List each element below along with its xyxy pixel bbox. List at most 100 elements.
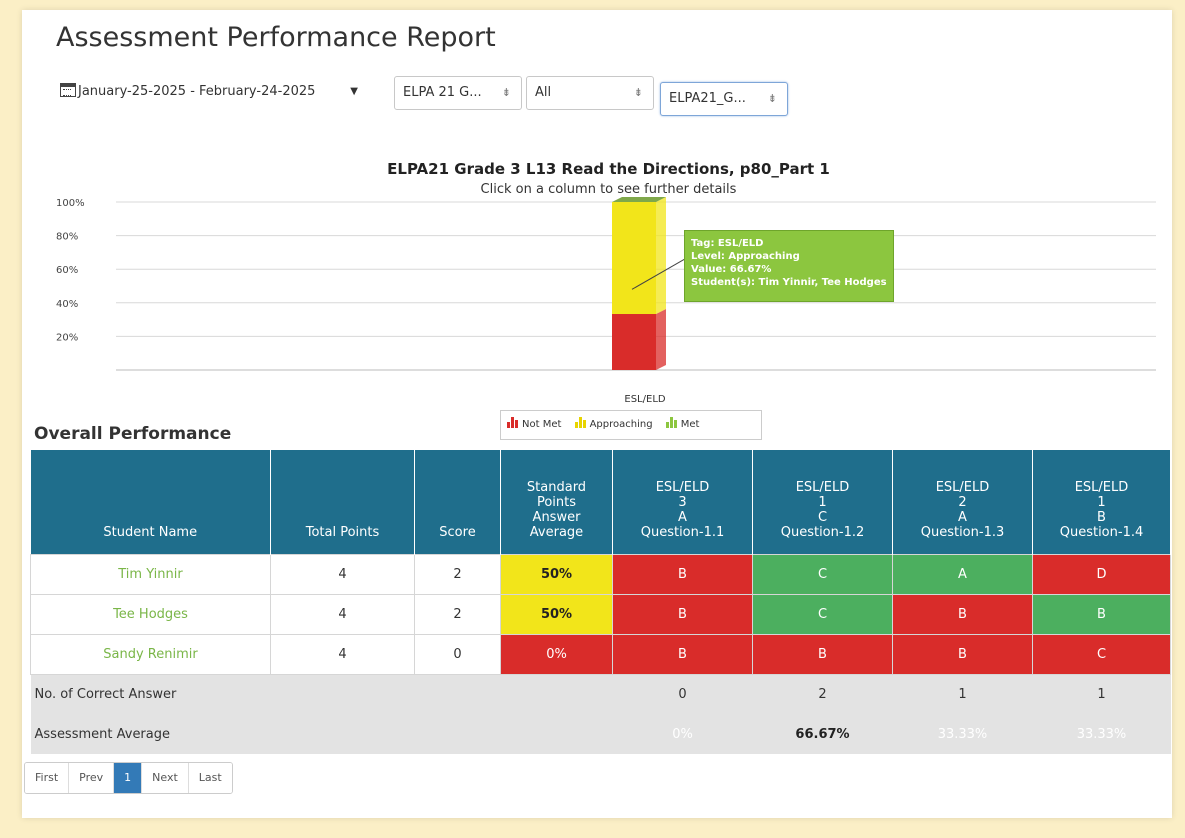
header-question-1-1[interactable]: ESL/ELD 3 A Question-1.1 xyxy=(612,450,753,554)
section-title: Overall Performance xyxy=(34,424,232,444)
bar-segment-side xyxy=(656,197,666,315)
page-title: Assessment Performance Report xyxy=(56,22,496,53)
table-row: Tee Hodges 4 2 50% B C B B xyxy=(30,593,1171,635)
grade-select[interactable]: ELPA 21 G... ⇟ xyxy=(394,76,522,110)
grade-select-value: ELPA 21 G... xyxy=(403,85,482,100)
answer-cell: B xyxy=(612,593,753,635)
header-line: Answer xyxy=(532,509,581,525)
assessment-average-cell: 33.33% xyxy=(892,714,1033,754)
legend-not-met[interactable]: Not Met xyxy=(507,411,561,439)
header-line: Question-1.4 xyxy=(1059,524,1144,540)
sort-arrows-icon: ⇟ xyxy=(501,86,511,99)
header-question-1-3[interactable]: ESL/ELD 2 A Question-1.3 xyxy=(892,450,1033,554)
header-line: C xyxy=(817,509,828,525)
header-question-1-4[interactable]: ESL/ELD 1 B Question-1.4 xyxy=(1032,450,1171,554)
student-name-link[interactable]: Sandy Renimir xyxy=(30,633,271,675)
legend-label: Not Met xyxy=(522,419,562,430)
sort-arrows-icon: ⇟ xyxy=(767,92,777,105)
answer-cell: B xyxy=(752,633,893,675)
correct-count-cell: 0 xyxy=(612,674,753,714)
legend-label: Approaching xyxy=(589,419,653,430)
date-range-label: January-25-2025 - February-24-2025 xyxy=(78,84,316,99)
assessment-average-label: Assessment Average xyxy=(30,714,613,754)
chart-plot: 100% 80% 60% 40% 20% xyxy=(56,197,1156,371)
tag-select[interactable]: ELPA21_G... ⇟ xyxy=(660,82,788,116)
sort-arrows-icon: ⇟ xyxy=(633,86,643,99)
assessment-average-cell: 66.67% xyxy=(752,714,893,754)
pager-page-button[interactable]: 1 xyxy=(114,763,143,793)
x-tick-label: ESL/ELD xyxy=(624,394,666,405)
tooltip-students: Student(s): Tim Yinnir, Tee Hodges xyxy=(691,277,887,288)
bar-chart-icon xyxy=(507,417,518,428)
header-line: Question-1.2 xyxy=(780,524,865,540)
answer-cell: A xyxy=(892,553,1033,595)
total-points-cell: 4 xyxy=(270,553,415,595)
standard-average-cell: 50% xyxy=(500,593,613,635)
assessment-average-cell: 0% xyxy=(612,714,753,754)
header-line: Points xyxy=(536,494,577,510)
report-page: Assessment Performance Report January-25… xyxy=(22,10,1172,818)
pagination: First Prev 1 Next Last xyxy=(24,762,233,794)
header-line: B xyxy=(1097,509,1106,525)
answer-cell: B xyxy=(612,633,753,675)
tooltip-level: Level: Approaching xyxy=(691,251,800,262)
header-total-points[interactable]: Total Points xyxy=(270,450,415,554)
student-name-link[interactable]: Tim Yinnir xyxy=(30,553,271,595)
answer-cell: B xyxy=(892,633,1033,675)
header-student-name[interactable]: Student Name xyxy=(30,450,271,554)
pager-first-button[interactable]: First xyxy=(25,763,70,793)
assessment-average-cell: 33.33% xyxy=(1032,714,1171,754)
total-points-cell: 4 xyxy=(270,593,415,635)
group-select[interactable]: All ⇟ xyxy=(526,76,654,110)
correct-count-row: No. of Correct Answer 0 2 1 1 xyxy=(30,674,1171,714)
legend-met[interactable]: Met xyxy=(665,411,700,439)
header-line: Standard xyxy=(526,479,587,495)
header-line: ESL/ELD xyxy=(795,479,850,495)
header-line: A xyxy=(678,509,687,525)
date-range-picker[interactable]: January-25-2025 - February-24-2025 ▼ xyxy=(60,76,370,110)
pager-next-button[interactable]: Next xyxy=(142,763,189,793)
correct-count-cell: 2 xyxy=(752,674,893,714)
tooltip-tag: Tag: ESL/ELD xyxy=(691,238,764,249)
score-cell: 2 xyxy=(414,593,501,635)
header-line: ESL/ELD xyxy=(1074,479,1129,495)
standard-average-cell: 50% xyxy=(500,553,613,595)
group-select-value: All xyxy=(535,85,552,100)
bar-chart-icon xyxy=(574,417,586,428)
header-standard-average[interactable]: Standard Points Answer Average xyxy=(500,450,613,554)
tag-select-value: ELPA21_G... xyxy=(669,91,746,106)
score-cell: 0 xyxy=(414,633,501,675)
header-line: A xyxy=(958,509,967,525)
bar-chart-icon xyxy=(665,417,677,428)
assessment-average-row: Assessment Average 0% 66.67% 33.33% 33.3… xyxy=(30,714,1171,754)
answer-cell: B xyxy=(612,553,753,595)
legend-approaching[interactable]: Approaching xyxy=(574,411,653,439)
answer-cell: C xyxy=(1032,633,1171,675)
answer-cell: B xyxy=(892,593,1033,635)
legend-label: Met xyxy=(680,419,700,430)
y-tick-label: 80% xyxy=(56,232,78,243)
pager-prev-button[interactable]: Prev xyxy=(69,763,115,793)
header-line: ESL/ELD xyxy=(935,479,990,495)
header-question-1-2[interactable]: ESL/ELD 1 C Question-1.2 xyxy=(752,450,893,554)
correct-count-cell: 1 xyxy=(892,674,1033,714)
bar-segment xyxy=(612,202,656,315)
correct-count-label: No. of Correct Answer xyxy=(30,674,613,714)
student-name-link[interactable]: Tee Hodges xyxy=(30,593,271,635)
caret-down-icon: ▼ xyxy=(350,86,358,97)
header-line: 1 xyxy=(818,494,827,510)
header-line: Question-1.1 xyxy=(640,524,725,540)
calendar-icon xyxy=(60,83,76,97)
header-line: 2 xyxy=(958,494,967,510)
header-line: 3 xyxy=(678,494,687,510)
performance-table: Student Name Total Points Score Standard… xyxy=(30,450,1171,754)
chart-tooltip: Tag: ESL/ELD Level: Approaching Value: 6… xyxy=(684,230,894,302)
y-tick-label: 100% xyxy=(56,198,85,209)
pager-last-button[interactable]: Last xyxy=(188,763,232,793)
standard-average-cell: 0% xyxy=(500,633,613,675)
header-line: ESL/ELD xyxy=(655,479,710,495)
header-line: Average xyxy=(529,524,584,540)
header-score[interactable]: Score xyxy=(414,450,501,554)
chart-legend: Not Met Approaching Met xyxy=(500,410,762,440)
header-line: 1 xyxy=(1097,494,1106,510)
